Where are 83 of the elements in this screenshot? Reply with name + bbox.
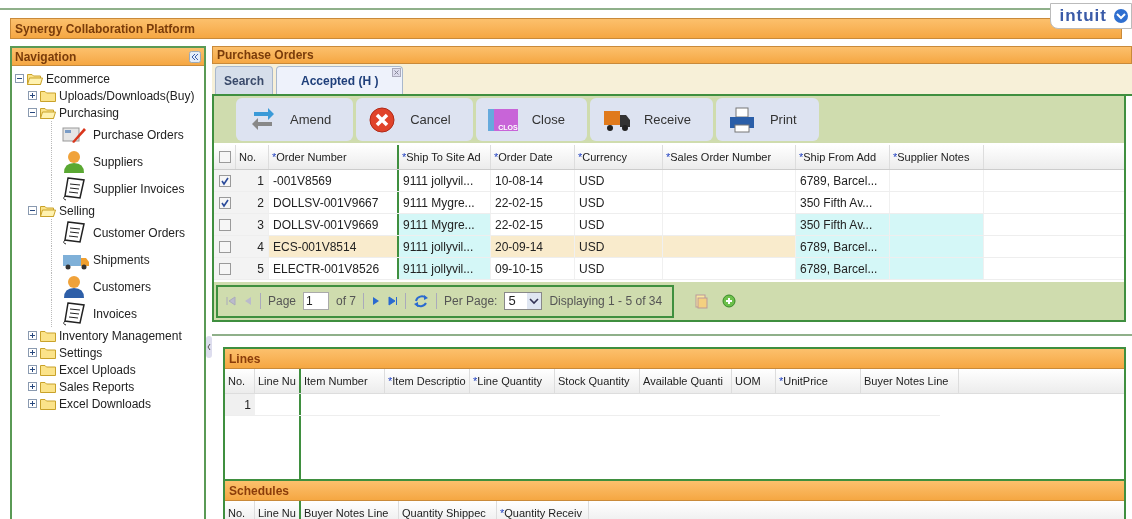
table-cell: 6789, Barcel... <box>796 170 890 191</box>
column-header[interactable]: Item Number <box>301 369 385 393</box>
table-cell: 6789, Barcel... <box>796 258 890 279</box>
table-cell: 1 <box>225 394 255 415</box>
table-cell: 20-09-14 <box>491 236 575 257</box>
table-cell: 2 <box>236 192 269 213</box>
tree-item[interactable]: Invoices <box>93 304 138 323</box>
table-cell: USD <box>575 236 663 257</box>
page-label: Page <box>268 293 297 310</box>
column-header[interactable]: *Line Quantity <box>470 369 555 393</box>
column-header[interactable]: *Ship From Add <box>796 145 890 169</box>
column-header[interactable]: Line Nu <box>255 501 301 519</box>
column-header[interactable]: *Order Date <box>491 145 575 169</box>
table-cell: 350 Fifth Av... <box>796 214 890 235</box>
column-header[interactable]: Stock Quantity <box>555 369 640 393</box>
column-header[interactable]: Buyer Notes Line <box>861 369 959 393</box>
column-header[interactable]: Buyer Notes Line <box>301 501 399 519</box>
table-cell: 4 <box>236 236 269 257</box>
table-cell: 9111 jollyvil... <box>399 236 491 257</box>
table-cell: 9111 jollyvil... <box>399 258 491 279</box>
tree-item[interactable]: Supplier Invoices <box>93 179 185 198</box>
column-header[interactable]: *Currency <box>575 145 663 169</box>
column-header[interactable]: No. <box>225 369 255 393</box>
table-cell: ECS-001V8514 <box>269 236 399 257</box>
table-cell: 350 Fifth Av... <box>796 192 890 213</box>
per-page-dropdown[interactable]: 5 <box>504 292 543 310</box>
column-header[interactable]: UOM <box>732 369 776 393</box>
page-count: of 7 <box>336 293 357 310</box>
panel-title: Navigation <box>15 48 77 66</box>
toolbar-button[interactable]: Print <box>715 98 819 141</box>
tree-item[interactable]: Excel Uploads <box>59 360 136 379</box>
table-cell: 1 <box>236 170 269 191</box>
tree-item[interactable]: Sales Reports <box>59 377 135 396</box>
column-header[interactable]: *Item Descriptio <box>385 369 470 393</box>
tree-item[interactable]: Settings <box>59 343 103 362</box>
table-cell: USD <box>575 170 663 191</box>
column-header[interactable]: No. <box>225 501 255 519</box>
toolbar-button[interactable]: Amend <box>236 98 354 141</box>
table-cell: 9111 Mygre... <box>399 192 491 213</box>
table-cell: 22-02-15 <box>491 214 575 235</box>
tree-item[interactable]: Purchase Orders <box>93 125 184 144</box>
table-cell: 9111 jollyvil... <box>399 170 491 191</box>
table-cell: 5 <box>236 258 269 279</box>
tree-item[interactable]: Selling <box>59 201 96 220</box>
table-cell: 9111 Mygre... <box>399 214 491 235</box>
per-page-label: Per Page: <box>444 293 498 310</box>
column-header[interactable]: Quantity Shippec <box>399 501 497 519</box>
column-header[interactable]: *Supplier Notes <box>890 145 984 169</box>
tree-item[interactable]: Customers <box>93 277 151 296</box>
table-cell: 22-02-15 <box>491 192 575 213</box>
column-header[interactable]: *UnitPrice <box>776 369 861 393</box>
panel-title: Schedules <box>229 482 290 500</box>
tree-item[interactable]: Suppliers <box>93 152 144 171</box>
panel-title: Lines <box>229 350 261 368</box>
page-status: Displaying 1 - 5 of 34 <box>549 293 663 310</box>
column-header[interactable]: Available Quanti <box>640 369 732 393</box>
tree-item[interactable]: Customer Orders <box>93 223 186 242</box>
tab[interactable]: Search <box>215 66 274 94</box>
column-header[interactable]: *Quantity Receiv <box>497 501 589 519</box>
table-cell: 3 <box>236 214 269 235</box>
toolbar-button[interactable]: Receive <box>589 98 713 141</box>
tree-item[interactable]: Shipments <box>93 250 150 269</box>
tree-item[interactable]: Purchasing <box>59 103 120 122</box>
table-cell: 09-10-15 <box>491 258 575 279</box>
table-cell: 10-08-14 <box>491 170 575 191</box>
table-cell: 6789, Barcel... <box>796 236 890 257</box>
table-cell: USD <box>575 192 663 213</box>
column-header[interactable]: No. <box>236 145 269 169</box>
tab[interactable]: Accepted (H ) <box>276 66 404 94</box>
table-cell: USD <box>575 214 663 235</box>
tree-item[interactable]: Excel Downloads <box>59 394 152 413</box>
table-cell: USD <box>575 258 663 279</box>
panel-title: Purchase Orders <box>217 47 314 64</box>
column-header[interactable]: *Sales Order Number <box>663 145 796 169</box>
app-title: Synergy Collaboration Platform <box>15 20 196 38</box>
page-field[interactable]: 1 <box>303 292 330 310</box>
toolbar-button[interactable]: Cancel <box>356 98 473 141</box>
column-header[interactable]: *Ship To Site Ad <box>399 145 491 169</box>
tree-item[interactable]: Uploads/Downloads(Buy) <box>59 86 195 105</box>
brand-logo: intuit <box>1059 5 1107 28</box>
column-header[interactable]: Line Nu <box>255 369 301 393</box>
tree-item[interactable]: Ecommerce <box>46 69 110 88</box>
tree-item[interactable]: Inventory Management <box>59 326 182 345</box>
